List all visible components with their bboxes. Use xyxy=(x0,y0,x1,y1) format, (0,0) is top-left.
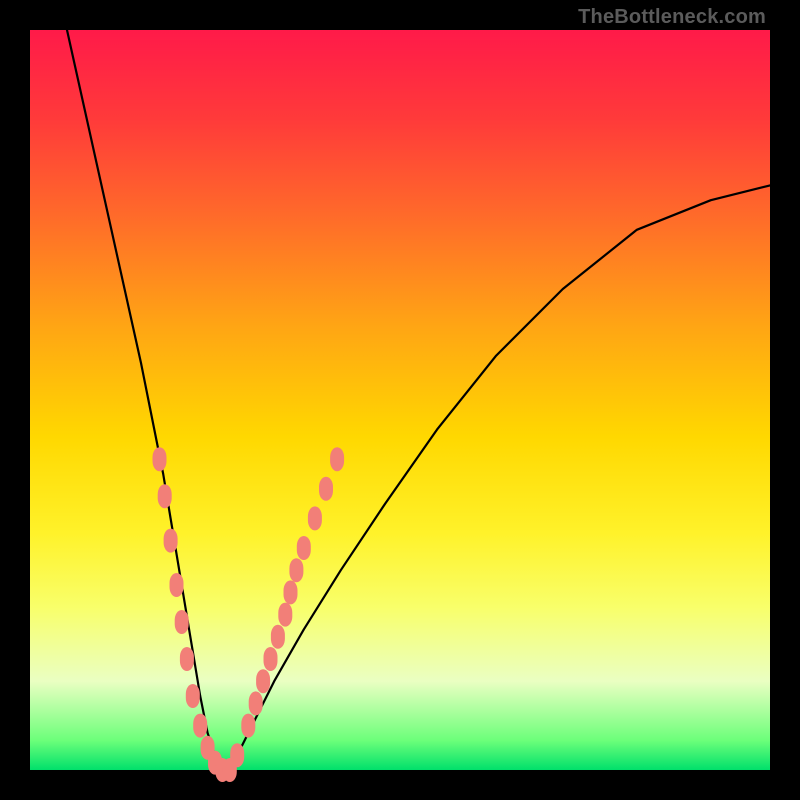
marker-dot xyxy=(164,529,178,553)
marker-dot xyxy=(186,684,200,708)
marker-dot xyxy=(278,603,292,627)
marker-dot xyxy=(271,625,285,649)
marker-dot xyxy=(256,669,270,693)
marker-dot xyxy=(249,691,263,715)
marker-dot xyxy=(330,447,344,471)
marker-dot xyxy=(153,447,167,471)
marker-dot xyxy=(230,743,244,767)
marker-dot xyxy=(170,573,184,597)
marker-dot xyxy=(289,558,303,582)
marker-dot xyxy=(158,484,172,508)
marker-dot xyxy=(180,647,194,671)
chart-svg xyxy=(30,30,770,770)
marker-dot xyxy=(241,714,255,738)
marker-dot xyxy=(308,506,322,530)
marker-dot xyxy=(264,647,278,671)
marker-dot xyxy=(284,580,298,604)
watermark-text: TheBottleneck.com xyxy=(578,6,766,29)
marker-dot xyxy=(175,610,189,634)
marker-group xyxy=(153,447,345,782)
marker-dot xyxy=(193,714,207,738)
marker-dot xyxy=(297,536,311,560)
bottleneck-curve xyxy=(67,30,770,770)
marker-dot xyxy=(319,477,333,501)
